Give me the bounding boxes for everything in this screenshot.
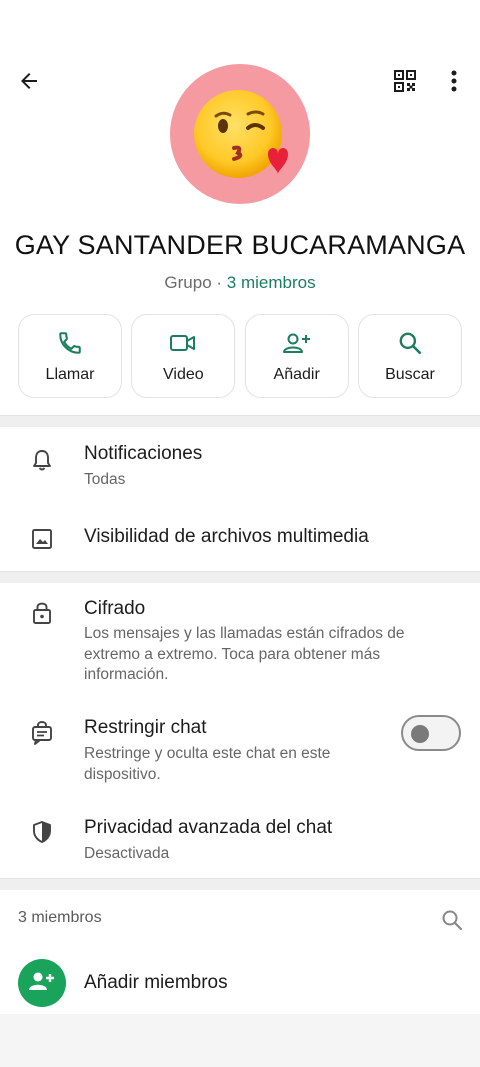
qr-code-button[interactable] <box>388 66 422 100</box>
notifications-desc: Todas <box>84 471 126 488</box>
restrict-chat-title: Restringir chat <box>84 717 207 738</box>
add-person-icon <box>282 328 312 358</box>
image-icon <box>28 525 56 553</box>
notifications-title: Notificaciones <box>84 443 203 464</box>
group-name: GAY SANTANDER BUCARAMANGA <box>14 230 466 260</box>
members-count-link[interactable]: 3 miembros <box>227 273 316 292</box>
kissing-face-emoji-icon <box>194 90 288 178</box>
notifications-row[interactable]: Notificaciones Todas <box>0 441 480 501</box>
search-icon <box>397 328 423 358</box>
lock-icon <box>28 599 56 627</box>
group-avatar[interactable] <box>170 64 310 204</box>
call-label: Llamar <box>45 366 95 383</box>
add-members-label[interactable]: Añadir miembros <box>84 972 228 994</box>
more-options-button[interactable] <box>438 66 470 100</box>
bottom-area <box>0 1014 480 1067</box>
group-subtitle: Grupo · 3 miembros <box>0 273 480 293</box>
back-button[interactable] <box>12 66 46 100</box>
phone-icon <box>57 328 83 358</box>
video-label: Video <box>163 366 204 383</box>
advanced-privacy-row[interactable]: Privacidad avanzada del chat Desactivada <box>0 815 480 867</box>
encryption-row[interactable]: Cifrado Los mensajes y las llamadas está… <box>0 596 480 684</box>
add-members-avatar[interactable] <box>18 959 66 1007</box>
qr-code-icon <box>393 69 417 98</box>
add-button[interactable]: Añadir <box>244 314 349 398</box>
video-button[interactable]: Video <box>131 314 236 398</box>
search-label: Buscar <box>385 366 435 383</box>
section-divider <box>0 415 480 427</box>
group-type-label: Grupo <box>164 273 212 292</box>
shield-icon <box>28 818 56 846</box>
locked-chat-icon <box>28 718 56 746</box>
media-visibility-row[interactable]: Visibilidad de archivos multimedia <box>0 523 480 559</box>
restrict-chat-toggle[interactable] <box>401 715 461 751</box>
advanced-privacy-title: Privacidad avanzada del chat <box>84 817 333 838</box>
encryption-title: Cifrado <box>84 598 146 619</box>
bell-icon <box>28 446 56 474</box>
notifications-section: Notificaciones Todas Visibilidad de arch… <box>0 427 480 571</box>
restrict-chat-row[interactable]: Restringir chat Restringe y oculta este … <box>0 715 480 783</box>
group-info-header: GAY SANTANDER BUCARAMANGA Grupo · 3 miem… <box>0 0 480 420</box>
advanced-privacy-desc: Desactivada <box>84 845 170 862</box>
arrow-left-icon <box>17 69 41 98</box>
members-search-button[interactable] <box>438 908 466 936</box>
privacy-section: Cifrado Los mensajes y las llamadas está… <box>0 583 480 878</box>
section-divider <box>0 571 480 583</box>
members-count-header: 3 miembros <box>18 909 102 926</box>
more-vertical-icon <box>451 70 457 97</box>
add-person-icon <box>28 969 56 998</box>
section-divider <box>0 878 480 890</box>
restrict-chat-desc: Restringe y oculta este chat en este dis… <box>84 745 331 783</box>
toggle-knob <box>411 725 429 743</box>
media-visibility-title: Visibilidad de archivos multimedia <box>84 526 369 547</box>
video-icon <box>169 328 197 358</box>
call-button[interactable]: Llamar <box>18 314 122 398</box>
separator-dot: · <box>211 273 227 292</box>
search-icon <box>440 908 464 937</box>
search-button[interactable]: Buscar <box>357 314 462 398</box>
add-label: Añadir <box>273 366 320 383</box>
encryption-desc: Los mensajes y las llamadas están cifrad… <box>84 625 405 683</box>
quick-actions: Llamar Video Añadir Buscar <box>18 314 462 398</box>
